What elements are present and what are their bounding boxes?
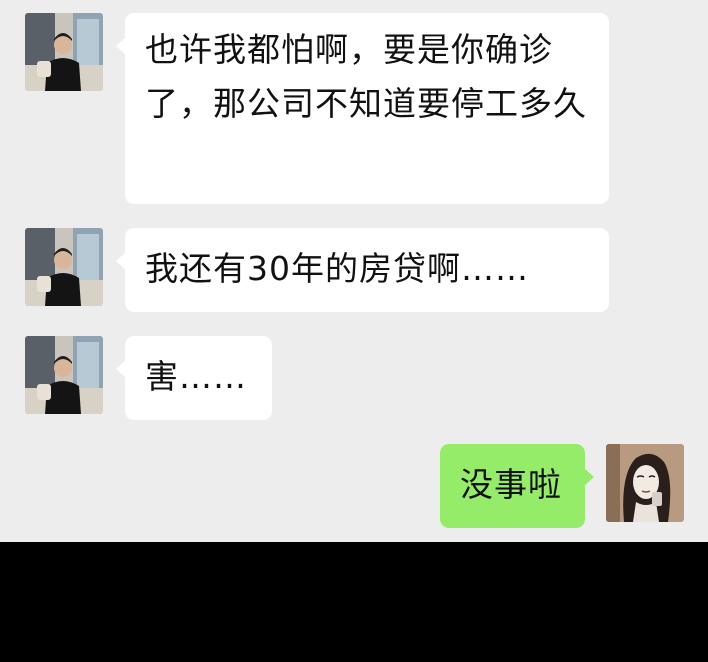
chat-area[interactable]: 也许我都怕啊，要是你确诊了，那公司不知道要停工多久 我还有30年的房贷啊…… 害… — [0, 0, 708, 542]
man-avatar-image — [25, 228, 103, 306]
message-text: 没事啦 — [460, 465, 562, 504]
message-bubble[interactable]: 也许我都怕啊，要是你确诊了，那公司不知道要停工多久 — [116, 13, 609, 204]
woman-avatar[interactable] — [606, 444, 684, 522]
man-avatar-image — [25, 336, 103, 414]
bubble-tail — [584, 468, 594, 486]
message-text: 害…… — [145, 357, 247, 396]
man-avatar[interactable] — [25, 336, 103, 414]
man-avatar[interactable] — [25, 13, 103, 91]
message-text: 也许我都怕啊，要是你确诊了，那公司不知道要停工多久 — [145, 30, 587, 123]
woman-avatar-image — [606, 444, 684, 522]
man-avatar-image — [25, 13, 103, 91]
message-text: 我还有30年的房贷啊…… — [145, 249, 529, 288]
bubble-tail — [116, 252, 126, 270]
man-avatar[interactable] — [25, 228, 103, 306]
message-bubble[interactable]: 害…… — [116, 336, 272, 420]
message-bubble[interactable]: 没事啦 — [440, 444, 594, 528]
message-bubble[interactable]: 我还有30年的房贷啊…… — [116, 228, 609, 312]
bubble-tail — [116, 37, 126, 55]
bottom-bar — [0, 542, 708, 662]
bubble-tail — [116, 360, 126, 378]
